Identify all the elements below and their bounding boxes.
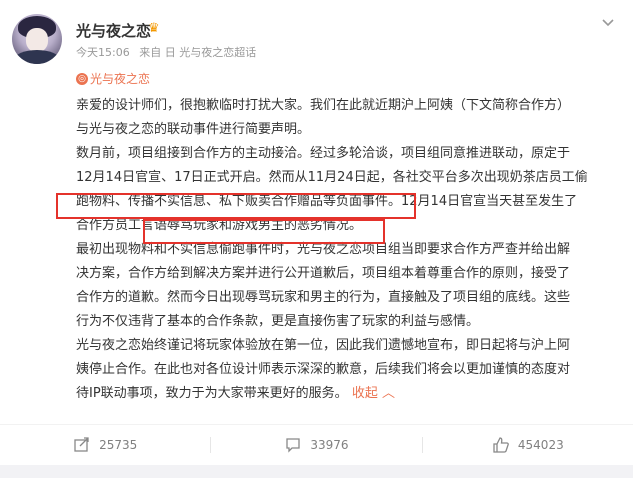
highlight-box bbox=[143, 219, 385, 244]
post-line: 亲爱的设计师们，很抱歉临时打扰大家。我们在此就近期沪上阿姨（下文简称合作方） bbox=[76, 98, 571, 113]
collapse-label: 收起 bbox=[351, 386, 378, 401]
chevron-up-icon: ︿ bbox=[377, 386, 395, 401]
repost-button[interactable]: 25735 bbox=[0, 425, 210, 465]
post-time[interactable]: 今天15:06 bbox=[76, 46, 130, 59]
post-line: 决方案，合作方给到解决方案并进行公开道歉后，项目组本着尊重合作的原则，接受了 bbox=[76, 266, 571, 281]
comment-icon bbox=[286, 438, 301, 453]
action-bar: 25735 33976 454023 bbox=[0, 425, 633, 465]
repost-count: 25735 bbox=[99, 438, 138, 452]
post-line: 姨停止合作。在此也对各位设计师表示深深的歉意，后续我们将会以更加谨慎的态度对 bbox=[76, 362, 571, 377]
post-line: 与光与夜之恋的联动事件进行简要声明。 bbox=[76, 122, 311, 137]
post-line: 光与夜之恋始终谨记将玩家体验放在第一位，因此我们遗憾地宣布，即日起将与沪上阿 bbox=[76, 338, 571, 353]
chevron-down-icon[interactable] bbox=[598, 12, 618, 32]
avatar[interactable] bbox=[12, 14, 62, 64]
comment-button[interactable]: 33976 bbox=[211, 425, 421, 465]
post-line: 合作方的道歉。然而今日出现辱骂玩家和男主的行为，直接触及了项目组的底线。这些 bbox=[76, 290, 571, 305]
repost-icon bbox=[74, 437, 89, 452]
topic-label: 光与夜之恋 bbox=[90, 72, 151, 86]
post-meta: 今天15:06 来自 日 光与夜之恋超话 bbox=[76, 44, 262, 60]
thumbs-up-icon bbox=[493, 437, 509, 453]
collapse-button[interactable]: 收起 ︿ bbox=[352, 386, 395, 401]
feed-gap bbox=[0, 465, 633, 478]
post-line: 数月前，项目组接到合作方的主动接洽。经过多轮洽谈，项目组同意推进联动，原定于 bbox=[76, 146, 571, 161]
post-line: 12月14日官宣、17日正式开启。然而从11月24日起，各社交平台多次出现奶茶店… bbox=[76, 170, 588, 185]
post-source[interactable]: 来自 日 光与夜之恋超话 bbox=[139, 46, 256, 59]
username[interactable]: 光与夜之恋 bbox=[76, 20, 151, 41]
like-button[interactable]: 454023 bbox=[423, 425, 633, 465]
crown-badge-icon: ♛ bbox=[148, 21, 160, 36]
highlight-box bbox=[56, 193, 416, 219]
post-line: 行为不仅违背了基本的合作条款，更是直接伤害了玩家的利益与感情。 bbox=[76, 314, 480, 329]
post-line: 待IP联动事项，致力于为大家带来更好的服务。 bbox=[76, 386, 348, 401]
post-body: 亲爱的设计师们，很抱歉临时打扰大家。我们在此就近期沪上阿姨（下文简称合作方） 与… bbox=[76, 94, 621, 406]
post-last-line: 待IP联动事项，致力于为大家带来更好的服务。 收起 ︿ bbox=[76, 382, 621, 406]
weibo-post: 光与夜之恋 ♛ 今天15:06 来自 日 光与夜之恋超话 ◎ 光与夜之恋 亲爱的… bbox=[0, 0, 633, 478]
topic-link[interactable]: ◎ 光与夜之恋 bbox=[76, 70, 150, 87]
like-count: 454023 bbox=[517, 438, 564, 452]
supertopic-icon: ◎ bbox=[76, 72, 88, 85]
comment-count: 33976 bbox=[310, 438, 349, 452]
